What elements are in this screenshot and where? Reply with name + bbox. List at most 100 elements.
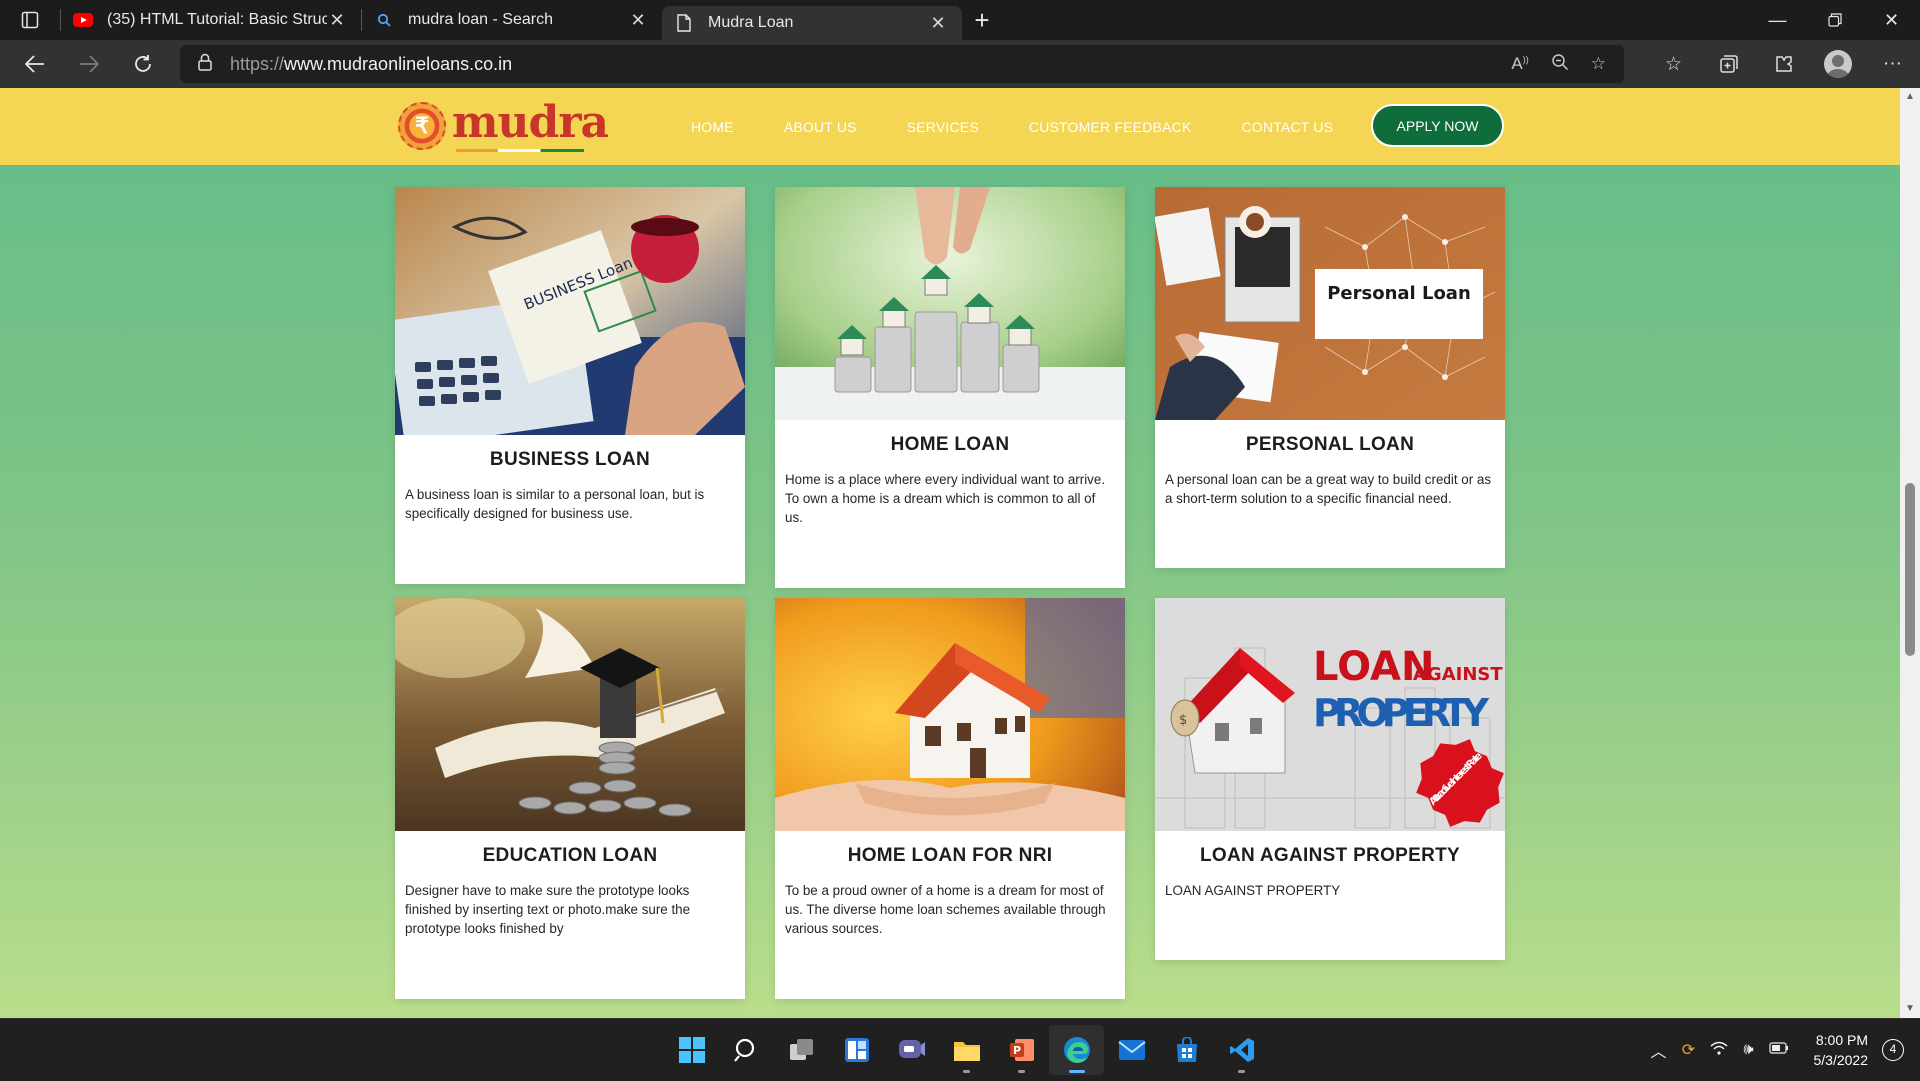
property-image-word-property: PROPERTY bbox=[1313, 691, 1489, 735]
running-indicator bbox=[1069, 1070, 1085, 1073]
taskbar-search-icon[interactable] bbox=[719, 1025, 774, 1075]
page-viewport: ₹ mudra HOME ABOUT US SERVICES CUSTOMER … bbox=[0, 88, 1900, 1018]
loan-against-property-image: $ LOAN AGAINST PROPERTY Attractive Inter… bbox=[1155, 598, 1505, 831]
youtube-icon bbox=[73, 10, 93, 30]
read-aloud-icon[interactable]: A)) bbox=[1511, 54, 1528, 74]
page-icon bbox=[674, 13, 694, 33]
extensions-icon[interactable] bbox=[1756, 54, 1811, 74]
teams-chat-icon[interactable] bbox=[884, 1025, 939, 1075]
close-icon[interactable]: ✕ bbox=[327, 10, 347, 31]
mudra-logo[interactable]: ₹ mudra bbox=[398, 100, 608, 152]
vscode-icon[interactable] bbox=[1214, 1025, 1269, 1075]
card-description: LOAN AGAINST PROPERTY bbox=[1155, 881, 1505, 900]
nav-home[interactable]: HOME bbox=[691, 119, 734, 135]
apply-now-button[interactable]: APPLY NOW bbox=[1371, 104, 1504, 147]
address-bar[interactable]: https:// www.mudraonlineloans.co.in A)) … bbox=[180, 45, 1624, 83]
microsoft-store-icon[interactable] bbox=[1159, 1025, 1214, 1075]
running-indicator bbox=[963, 1070, 970, 1073]
page-scrollbar[interactable]: ▲ ▼ bbox=[1900, 88, 1920, 1018]
card-home-loan-nri[interactable]: HOME LOAN FOR NRI To be a proud owner of… bbox=[775, 598, 1125, 999]
card-education-loan[interactable]: EDUCATION LOAN Designer have to make sur… bbox=[395, 598, 745, 999]
close-icon[interactable]: ✕ bbox=[928, 13, 948, 34]
task-view-icon[interactable] bbox=[774, 1025, 829, 1075]
svg-text:$: $ bbox=[1179, 713, 1187, 728]
scrollbar-thumb[interactable] bbox=[1905, 483, 1915, 656]
browser-tab-bar: (35) HTML Tutorial: Basic Structu ✕ mudr… bbox=[0, 0, 1920, 40]
notification-badge[interactable]: 4 bbox=[1882, 1039, 1904, 1061]
card-description: A personal loan can be a great way to bu… bbox=[1155, 470, 1505, 508]
edge-browser-icon[interactable] bbox=[1049, 1025, 1104, 1075]
file-explorer-icon[interactable] bbox=[939, 1025, 994, 1075]
sync-icon[interactable]: ⟳ bbox=[1674, 1040, 1704, 1060]
logo-tricolor-underline bbox=[456, 149, 584, 152]
collections-icon[interactable] bbox=[1701, 54, 1756, 74]
card-title: EDUCATION LOAN bbox=[395, 845, 745, 867]
windows-taskbar: P ︿ ⟳ 🕪 8:00 PM 5/3/2022 4 bbox=[0, 1018, 1920, 1080]
running-indicator bbox=[1018, 1070, 1025, 1073]
tab-mudra-loan[interactable]: Mudra Loan ✕ bbox=[662, 6, 962, 40]
forward-button[interactable] bbox=[62, 40, 116, 88]
card-description: Home is a place where every individual w… bbox=[775, 470, 1125, 527]
main-nav: HOME ABOUT US SERVICES CUSTOMER FEEDBACK… bbox=[691, 88, 1383, 165]
card-description: To be a proud owner of a home is a dream… bbox=[775, 881, 1125, 938]
close-window-icon[interactable]: ✕ bbox=[1863, 0, 1920, 40]
lock-icon[interactable] bbox=[198, 53, 212, 76]
wifi-icon[interactable] bbox=[1704, 1041, 1734, 1060]
powerpoint-icon[interactable]: P bbox=[994, 1025, 1049, 1075]
back-button[interactable] bbox=[8, 40, 62, 88]
nav-contact-us[interactable]: CONTACT US bbox=[1242, 119, 1334, 135]
chevron-up-icon[interactable]: ︿ bbox=[1644, 1038, 1674, 1062]
tab-title: mudra loan - Search bbox=[408, 11, 628, 29]
profile-avatar[interactable] bbox=[1824, 50, 1852, 78]
tab-actions-icon[interactable] bbox=[0, 0, 60, 40]
personal-loan-image: Personal Loan bbox=[1155, 187, 1505, 420]
personal-image-caption: Personal Loan bbox=[1327, 283, 1471, 304]
nav-about-us[interactable]: ABOUT US bbox=[784, 119, 857, 135]
card-title: HOME LOAN bbox=[775, 434, 1125, 456]
close-icon[interactable]: ✕ bbox=[628, 10, 648, 31]
site-header: ₹ mudra HOME ABOUT US SERVICES CUSTOMER … bbox=[0, 88, 1900, 165]
home-loan-image bbox=[775, 187, 1125, 420]
mail-icon[interactable] bbox=[1104, 1025, 1159, 1075]
add-favorite-icon[interactable]: ☆ bbox=[1591, 54, 1606, 74]
education-loan-image bbox=[395, 598, 745, 831]
taskbar-clock[interactable]: 8:00 PM 5/3/2022 bbox=[1814, 1030, 1869, 1070]
nav-customer-feedback[interactable]: CUSTOMER FEEDBACK bbox=[1029, 119, 1192, 135]
card-personal-loan[interactable]: Personal Loan PERSONAL LOAN A personal l… bbox=[1155, 187, 1505, 568]
volume-icon[interactable]: 🕪 bbox=[1734, 1041, 1764, 1059]
running-indicator bbox=[1238, 1070, 1245, 1073]
tab-search[interactable]: mudra loan - Search ✕ bbox=[362, 0, 662, 40]
scroll-up-arrow[interactable]: ▲ bbox=[1900, 88, 1920, 106]
taskbar-apps: P bbox=[664, 1019, 1269, 1081]
rupee-coin-icon: ₹ bbox=[398, 102, 446, 150]
property-image-word-against: AGAINST bbox=[1413, 664, 1503, 685]
zoom-icon[interactable] bbox=[1551, 53, 1569, 76]
window-controls: — ✕ bbox=[1749, 0, 1920, 40]
card-home-loan[interactable]: HOME LOAN Home is a place where every in… bbox=[775, 187, 1125, 588]
url-scheme: https:// bbox=[230, 54, 284, 75]
card-description: Designer have to make sure the prototype… bbox=[395, 881, 745, 938]
minimize-icon[interactable]: — bbox=[1749, 0, 1806, 40]
nav-services[interactable]: SERVICES bbox=[907, 119, 979, 135]
card-title: PERSONAL LOAN bbox=[1155, 434, 1505, 456]
card-title: LOAN AGAINST PROPERTY bbox=[1155, 845, 1505, 867]
widgets-icon[interactable] bbox=[829, 1025, 884, 1075]
battery-icon[interactable] bbox=[1764, 1041, 1794, 1059]
more-options-icon[interactable]: ··· bbox=[1865, 53, 1920, 75]
card-loan-against-property[interactable]: $ LOAN AGAINST PROPERTY Attractive Inter… bbox=[1155, 598, 1505, 960]
refresh-button[interactable] bbox=[116, 40, 170, 88]
tab-youtube[interactable]: (35) HTML Tutorial: Basic Structu ✕ bbox=[61, 0, 361, 40]
clock-date: 5/3/2022 bbox=[1814, 1050, 1869, 1070]
search-icon bbox=[374, 10, 394, 30]
favorites-icon[interactable]: ☆ bbox=[1646, 53, 1701, 76]
scroll-down-arrow[interactable]: ▼ bbox=[1900, 1000, 1920, 1018]
new-tab-button[interactable]: + bbox=[962, 5, 1002, 36]
url-host: www.mudraonlineloans.co.in bbox=[284, 54, 512, 75]
start-icon[interactable] bbox=[664, 1025, 719, 1075]
address-bar-actions: A)) ☆ bbox=[1511, 45, 1606, 83]
restore-icon[interactable] bbox=[1806, 0, 1863, 40]
svg-text:P: P bbox=[1013, 1044, 1021, 1057]
system-tray: ︿ ⟳ 🕪 8:00 PM 5/3/2022 4 bbox=[1644, 1019, 1920, 1081]
logo-wordmark: mudra bbox=[452, 97, 608, 148]
card-business-loan[interactable]: BUSINESS Loan BUSINESS LOAN A business l… bbox=[395, 187, 745, 584]
